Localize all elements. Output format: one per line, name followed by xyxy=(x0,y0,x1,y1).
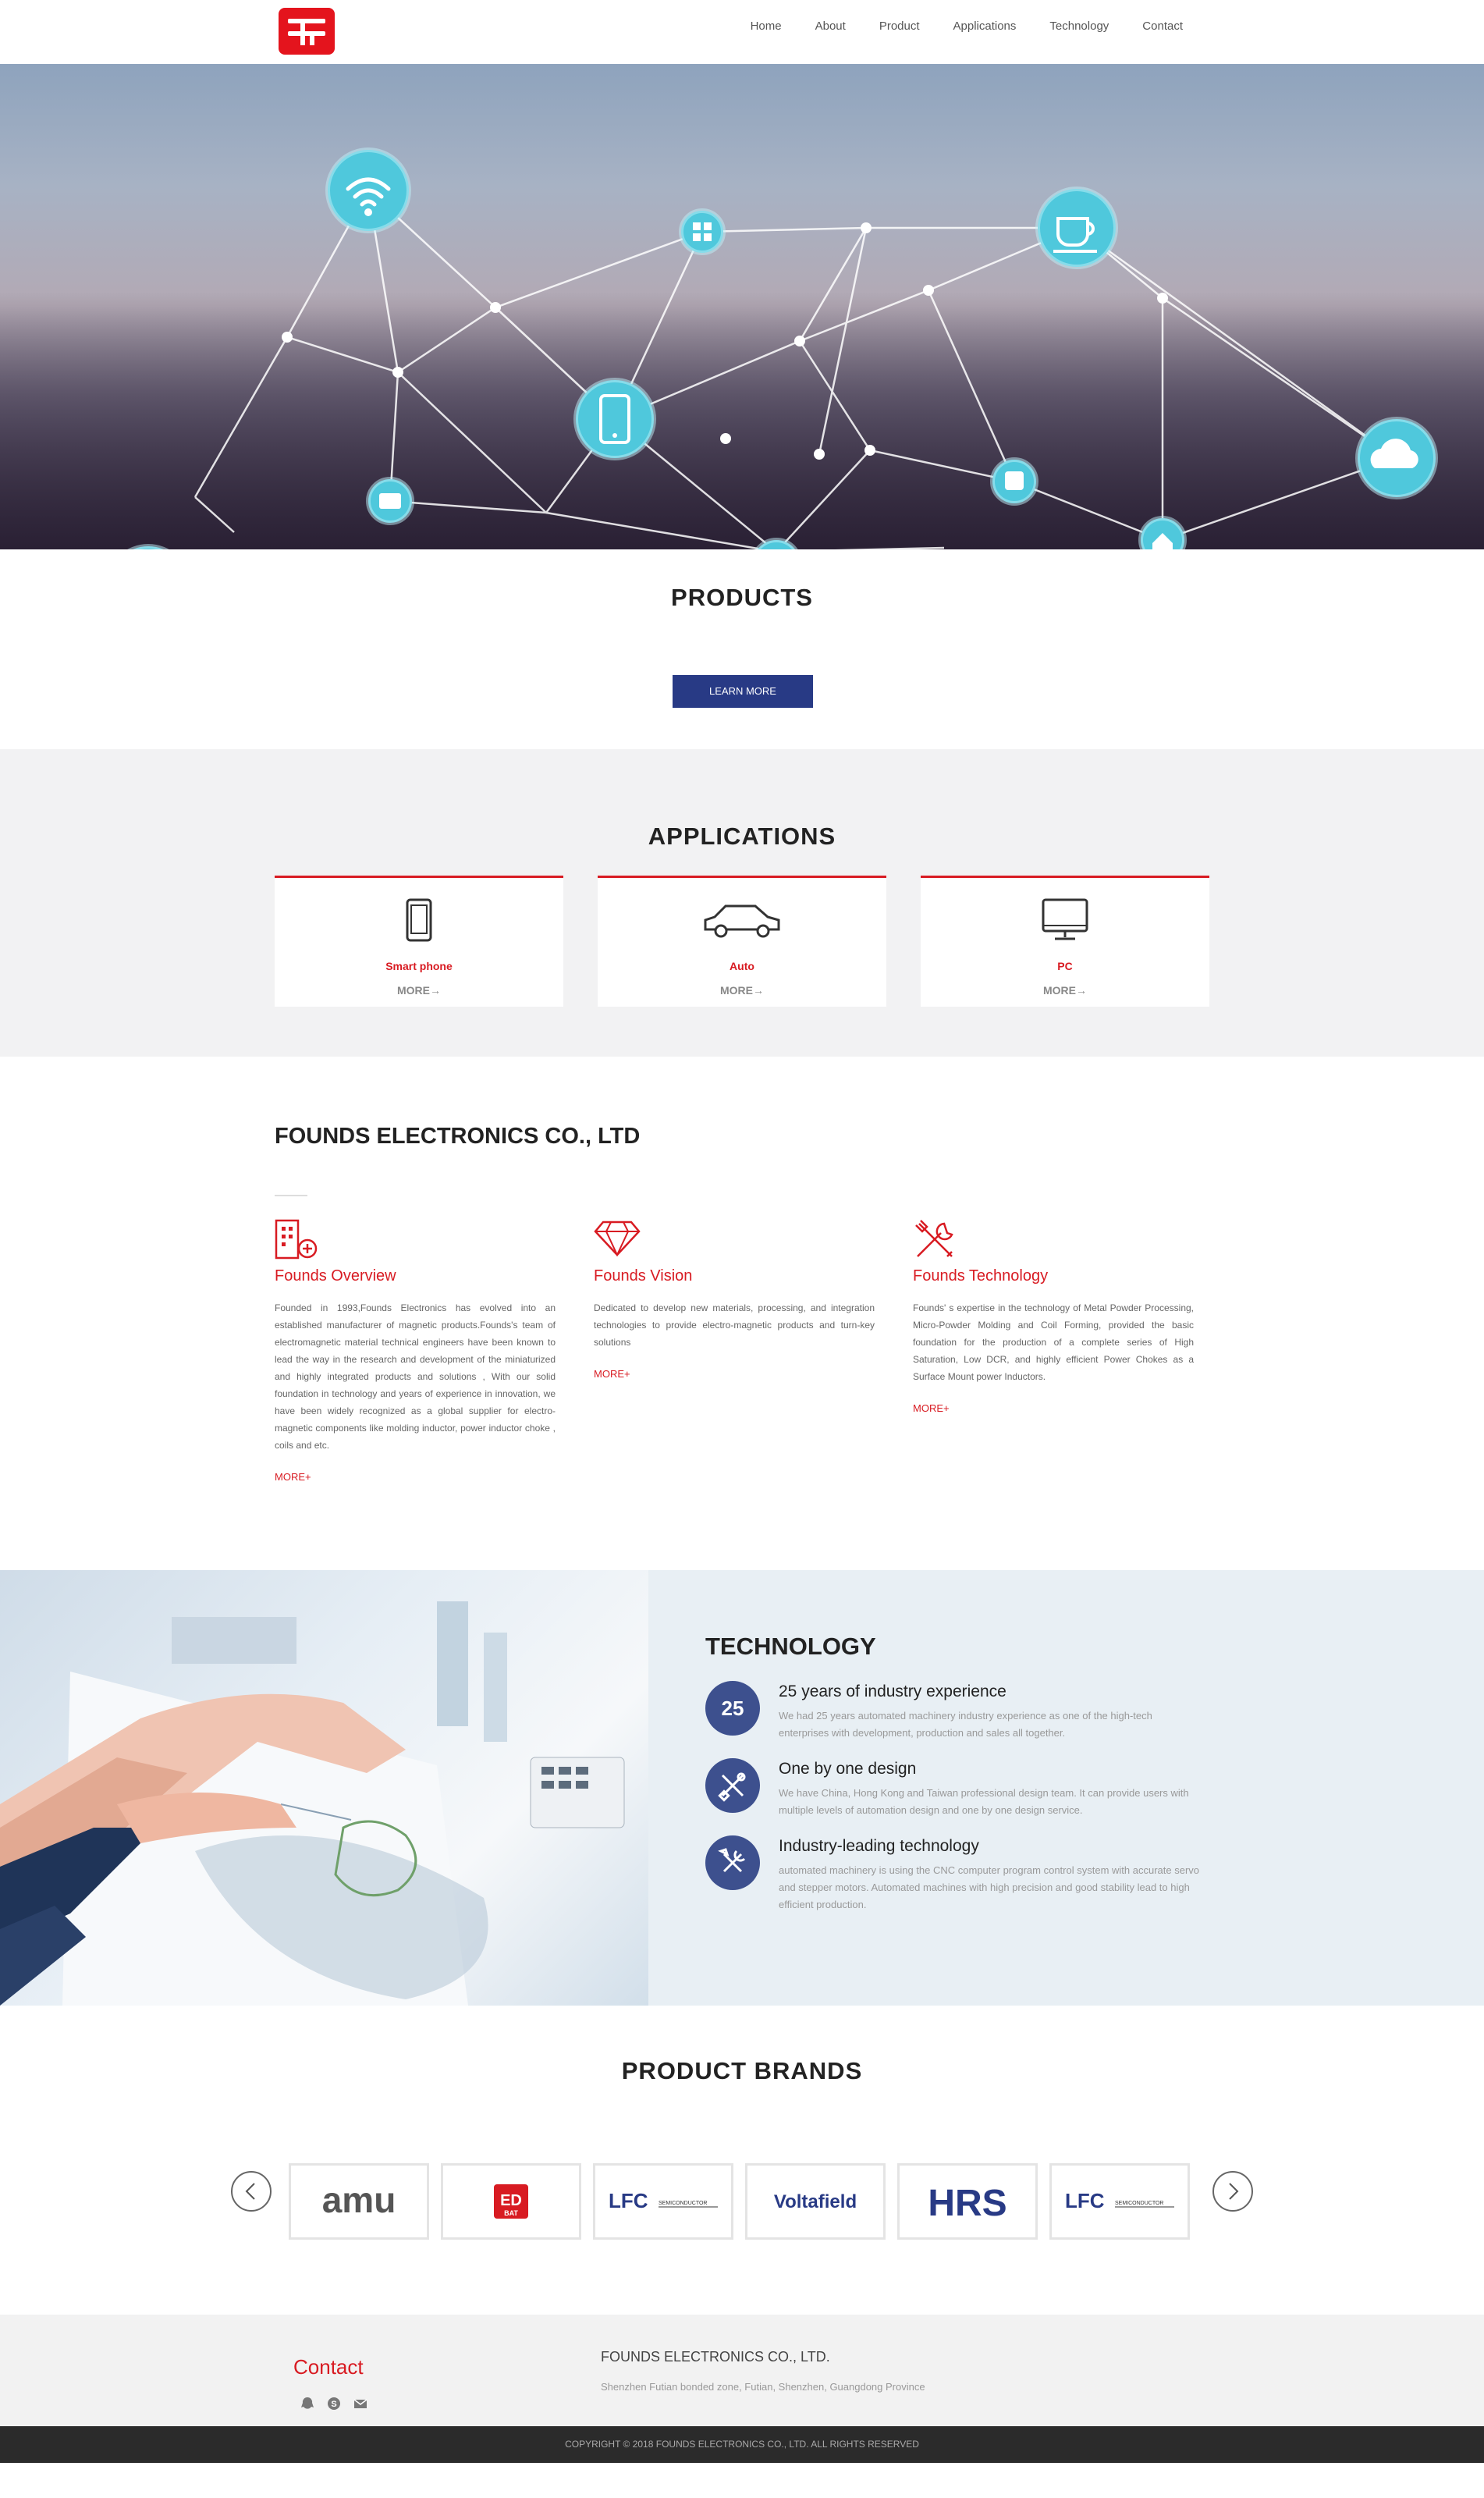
learn-more-button[interactable]: LEARN MORE xyxy=(673,675,813,708)
applications-title: APPLICATIONS xyxy=(648,823,836,850)
technology-heading: Founds Technology xyxy=(913,1267,1049,1285)
brand-logo-voltafield[interactable]: Voltafield xyxy=(745,2163,886,2240)
tech-item-title: Industry-leading technology xyxy=(779,1837,979,1855)
monitor-icon xyxy=(921,898,1209,942)
network-graphic xyxy=(127,147,1438,549)
skype-icon[interactable]: S xyxy=(326,2396,342,2411)
applications-section: APPLICATIONS Smart phone MORE→ Auto MORE… xyxy=(0,749,1484,1057)
brand-ed-text: ED xyxy=(500,2192,522,2209)
products-title: PRODUCTS xyxy=(671,584,813,611)
brand-logo-lfc[interactable]: LFC SEMICONDUCTOR xyxy=(593,2163,733,2240)
company-logo[interactable] xyxy=(279,8,335,55)
svg-text:S: S xyxy=(331,2400,336,2409)
brand-logo-hrs[interactable]: HRS xyxy=(897,2163,1038,2240)
brand-lfc-text: LFC xyxy=(1065,2189,1105,2212)
hero-banner xyxy=(0,64,1484,549)
brand-amu-text: amu xyxy=(322,2180,396,2220)
nav-contact[interactable]: Contact xyxy=(1142,20,1183,33)
wrench-screwdriver-icon xyxy=(705,1835,760,1890)
nav-product[interactable]: Product xyxy=(879,20,920,33)
vision-text: Dedicated to develop new materials, proc… xyxy=(594,1302,875,1348)
app-card-smartphone[interactable]: Smart phone MORE→ xyxy=(275,876,563,1007)
brand-logo-ed[interactable]: ED BAT xyxy=(441,2163,581,2240)
app-card-more-link[interactable]: MORE→ xyxy=(598,984,886,997)
app-card-pc[interactable]: PC MORE→ xyxy=(921,876,1209,1007)
years-badge: 25 xyxy=(705,1681,760,1736)
nav-applications[interactable]: Applications xyxy=(953,20,1017,33)
design-tools-icon xyxy=(705,1758,760,1813)
footer-address: Shenzhen Futian bonded zone, Futian, She… xyxy=(601,2381,925,2393)
nav-technology[interactable]: Technology xyxy=(1049,20,1109,33)
site-footer: Contact S FOUNDS ELECTRONICS CO., LTD. S… xyxy=(0,2315,1484,2463)
brand-logo-amu[interactable]: amu xyxy=(289,2163,429,2240)
main-nav: Home About Product Applications Technolo… xyxy=(717,20,1183,33)
footer-contact-heading: Contact xyxy=(293,2355,364,2379)
tech-item-text: We had 25 years automated machinery indu… xyxy=(779,1710,1152,1739)
tech-item-title: One by one design xyxy=(779,1760,917,1778)
footer-company-name: FOUNDS ELECTRONICS CO., LTD. xyxy=(601,2349,830,2365)
vision-more-link[interactable]: MORE+ xyxy=(594,1368,875,1380)
tech-item-text: We have China, Hong Kong and Taiwan prof… xyxy=(779,1787,1189,1816)
brands-prev-button[interactable] xyxy=(231,2171,272,2212)
vision-heading: Founds Vision xyxy=(594,1267,693,1285)
chevron-left-icon xyxy=(245,2183,255,2200)
diamond-icon xyxy=(594,1217,641,1261)
app-card-name: Smart phone xyxy=(385,960,453,972)
brand-logo-lfc-2[interactable]: LFC SEMICONDUCTOR xyxy=(1049,2163,1190,2240)
overview-text: Founded in 1993,Founds Electronics has e… xyxy=(275,1302,556,1451)
technology-more-link[interactable]: MORE+ xyxy=(913,1402,1194,1414)
brand-voltafield-text: Voltafield xyxy=(774,2191,857,2212)
qq-icon[interactable] xyxy=(300,2396,315,2411)
brand-lfc-text: LFC xyxy=(609,2189,648,2212)
technology-column: Founds Technology Founds' s expertise in… xyxy=(913,1217,1194,1414)
nav-home[interactable]: Home xyxy=(751,20,782,33)
brands-title: PRODUCT BRANDS xyxy=(621,2057,863,2084)
overview-more-link[interactable]: MORE+ xyxy=(275,1471,556,1483)
brand-lfc-sub: SEMICONDUCTOR xyxy=(1115,2201,1163,2206)
title-divider xyxy=(275,1195,307,1196)
brands-next-button[interactable] xyxy=(1212,2171,1253,2212)
brand-ed-sub: BAT xyxy=(504,2209,518,2217)
tools-icon xyxy=(913,1217,960,1261)
brand-lfc-sub: SEMICONDUCTOR xyxy=(659,2201,707,2206)
app-card-more-link[interactable]: MORE→ xyxy=(921,984,1209,997)
company-section: FOUNDS ELECTRONICS CO., LTD Founds Overv… xyxy=(0,1057,1484,1570)
technology-section: TECHNOLOGY 25 25 years of industry exper… xyxy=(0,1570,1484,2006)
technology-text: Founds' s expertise in the technology of… xyxy=(913,1302,1194,1382)
smartphone-icon xyxy=(275,898,563,942)
copyright-bar: COPYRIGHT © 2018 FOUNDS ELECTRONICS CO.,… xyxy=(0,2426,1484,2463)
social-icons: S xyxy=(300,2396,379,2411)
car-icon xyxy=(598,898,886,942)
overview-column: Founds Overview Founded in 1993,Founds E… xyxy=(275,1217,556,1483)
company-title: FOUNDS ELECTRONICS CO., LTD xyxy=(275,1124,641,1149)
vision-column: Founds Vision Dedicated to develop new m… xyxy=(594,1217,875,1380)
design-work-photo xyxy=(0,1570,648,2006)
overview-heading: Founds Overview xyxy=(275,1267,396,1285)
brand-hrs-text: HRS xyxy=(928,2183,1006,2224)
nav-about[interactable]: About xyxy=(815,20,846,33)
technology-title: TECHNOLOGY xyxy=(705,1633,876,1660)
tech-item-title: 25 years of industry experience xyxy=(779,1683,1006,1700)
site-header: Home About Product Applications Technolo… xyxy=(0,0,1484,64)
building-icon xyxy=(275,1217,321,1261)
products-section: PRODUCTS LEARN MORE xyxy=(0,549,1484,749)
tech-item-text: automated machinery is using the CNC com… xyxy=(779,1864,1199,1910)
email-icon[interactable] xyxy=(353,2396,368,2411)
brands-section: PRODUCT BRANDS amu ED BAT LFC SEMICONDUC… xyxy=(0,2006,1484,2315)
app-card-auto[interactable]: Auto MORE→ xyxy=(598,876,886,1007)
chevron-right-icon xyxy=(1229,2183,1239,2200)
app-card-more-link[interactable]: MORE→ xyxy=(275,984,563,997)
app-card-name: Auto xyxy=(730,960,754,972)
app-card-name: PC xyxy=(1057,960,1073,972)
